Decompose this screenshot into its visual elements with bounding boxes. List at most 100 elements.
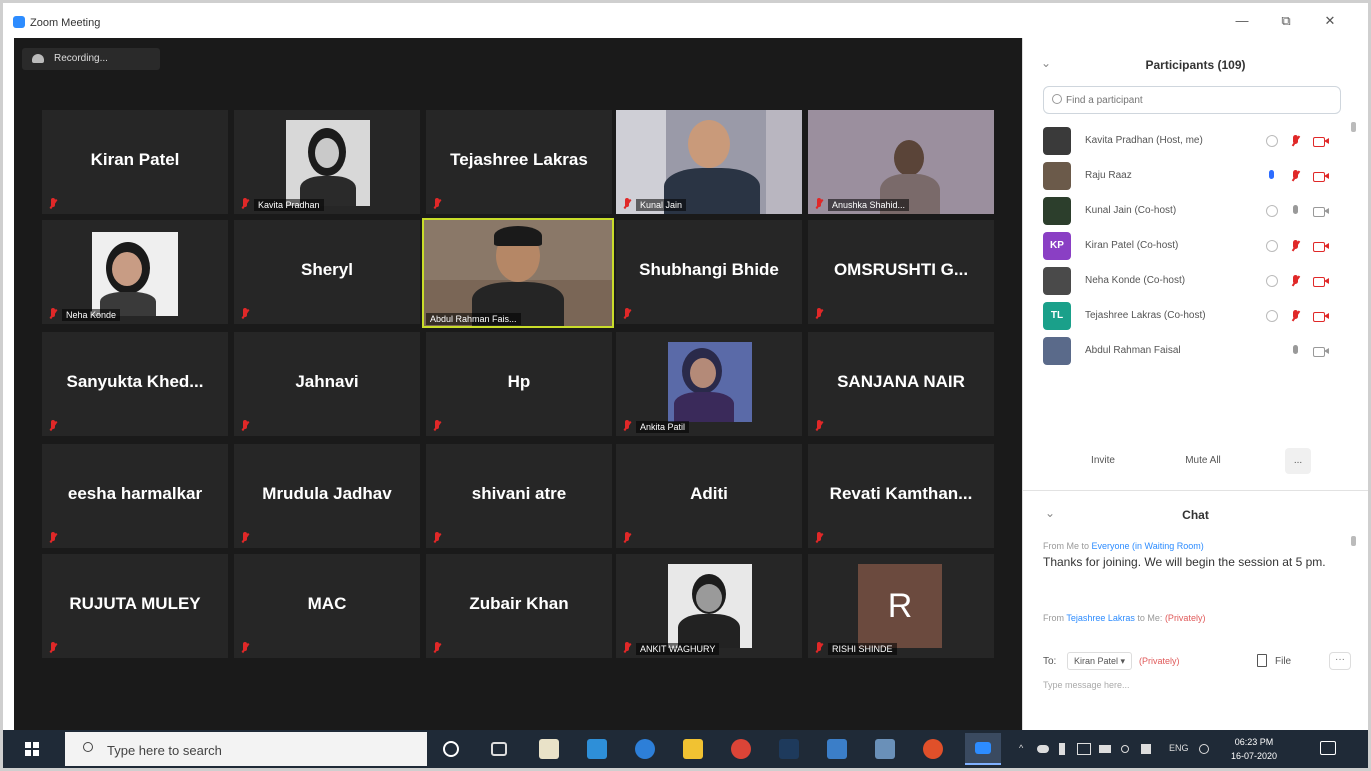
more-options-button[interactable]: ... bbox=[1285, 448, 1311, 474]
video-tile[interactable]: RUJUTA MULEY bbox=[42, 554, 228, 658]
video-icon[interactable] bbox=[1313, 345, 1329, 357]
invite-button[interactable]: Invite bbox=[1081, 448, 1125, 474]
video-tile[interactable]: shivani atre bbox=[426, 444, 612, 548]
recipient-dropdown[interactable]: Kiran Patel ▾ bbox=[1067, 652, 1133, 670]
video-tile[interactable]: Hp bbox=[426, 332, 612, 436]
video-tile[interactable]: Shubhangi Bhide bbox=[616, 220, 802, 324]
mic-muted-icon[interactable] bbox=[1290, 135, 1302, 147]
mic-muted-icon[interactable] bbox=[1290, 275, 1302, 287]
powerpoint-icon[interactable] bbox=[923, 739, 943, 759]
mic-muted-icon bbox=[622, 642, 632, 654]
mic-muted-icon[interactable] bbox=[1290, 170, 1302, 182]
volume-icon[interactable] bbox=[1141, 744, 1151, 754]
video-tile[interactable]: Sanyukta Khed... bbox=[42, 332, 228, 436]
chat-more-button[interactable]: ··· bbox=[1329, 652, 1351, 670]
task-view-icon[interactable] bbox=[491, 742, 507, 756]
store-icon[interactable] bbox=[539, 739, 559, 759]
recording-indicator[interactable]: Recording... bbox=[22, 48, 160, 70]
video-tile[interactable]: eesha harmalkar bbox=[42, 444, 228, 548]
avatar: TL bbox=[1043, 302, 1071, 330]
screen-share-icon bbox=[1266, 310, 1278, 322]
mic-icon[interactable] bbox=[1290, 205, 1302, 217]
video-off-icon[interactable] bbox=[1313, 170, 1329, 182]
file-icon[interactable] bbox=[1257, 654, 1267, 667]
system-clock[interactable]: 06:23 PM 16-07-2020 bbox=[1231, 735, 1277, 763]
chat-scrollbar[interactable] bbox=[1351, 536, 1356, 546]
video-off-icon[interactable] bbox=[1313, 310, 1329, 322]
mute-all-button[interactable]: Mute All bbox=[1175, 448, 1231, 474]
participant-row[interactable]: KP Kiran Patel (Co-host) bbox=[1023, 227, 1368, 262]
mic-muted-icon[interactable] bbox=[1290, 240, 1302, 252]
participant-row[interactable]: Kavita Pradhan (Host, me) bbox=[1023, 122, 1368, 157]
video-off-icon[interactable] bbox=[1313, 135, 1329, 147]
mic-muted-icon[interactable] bbox=[1290, 310, 1302, 322]
video-tile[interactable]: Sheryl bbox=[234, 220, 420, 324]
video-tile[interactable]: Jahnavi bbox=[234, 332, 420, 436]
video-tile[interactable]: ANKIT WAGHURY bbox=[616, 554, 802, 658]
video-tile[interactable]: OMSRUSHTI G... bbox=[808, 220, 994, 324]
participant-row[interactable]: Raju Raaz bbox=[1023, 157, 1368, 192]
taskbar-search-placeholder: Type here to search bbox=[107, 743, 222, 758]
windows-start-icon[interactable] bbox=[25, 742, 39, 756]
participant-row[interactable]: TL Tejashree Lakras (Co-host) bbox=[1023, 297, 1368, 332]
screen-share-icon bbox=[1266, 135, 1278, 147]
close-button[interactable]: ✕ bbox=[1315, 13, 1345, 33]
photoshop-icon[interactable] bbox=[779, 739, 799, 759]
video-tile[interactable]: Ankita Patil bbox=[616, 332, 802, 436]
tile-label: Anushka Shahid... bbox=[828, 199, 910, 211]
language-indicator[interactable]: ENG bbox=[1169, 743, 1189, 753]
participant-search[interactable] bbox=[1043, 86, 1341, 114]
mic-muted-icon bbox=[622, 198, 632, 210]
notification-center-icon[interactable] bbox=[1320, 741, 1336, 755]
video-tile[interactable]: Anushka Shahid... bbox=[808, 110, 994, 214]
video-tile[interactable]: R RISHI SHINDE bbox=[808, 554, 994, 658]
network-icon[interactable] bbox=[1077, 743, 1091, 755]
chat-message-input[interactable]: Type message here... bbox=[1043, 680, 1343, 690]
video-tile[interactable]: Revati Kamthan... bbox=[808, 444, 994, 548]
tile-label: ANKIT WAGHURY bbox=[636, 643, 720, 655]
minimize-button[interactable]: — bbox=[1227, 13, 1257, 33]
wifi-icon[interactable] bbox=[1121, 745, 1129, 753]
video-tile[interactable]: Neha Konde bbox=[42, 220, 228, 324]
video-tile[interactable]: Mrudula Jadhav bbox=[234, 444, 420, 548]
mail-icon[interactable] bbox=[587, 739, 607, 759]
app-icon[interactable] bbox=[875, 739, 895, 759]
mic-muted-icon bbox=[240, 642, 250, 654]
participant-name: Kiran Patel (Co-host) bbox=[1085, 240, 1179, 251]
video-tile[interactable]: Tejashree Lakras bbox=[426, 110, 612, 214]
active-speaker-tile[interactable]: Abdul Rahman Fais... bbox=[422, 218, 614, 328]
file-button[interactable]: File bbox=[1275, 656, 1291, 667]
app-icon[interactable] bbox=[827, 739, 847, 759]
usb-icon[interactable] bbox=[1059, 743, 1065, 755]
cortana-icon[interactable] bbox=[443, 741, 459, 757]
video-tile[interactable]: Kiran Patel bbox=[42, 110, 228, 214]
video-tile[interactable]: Zubair Khan bbox=[426, 554, 612, 658]
taskbar-search[interactable]: Type here to search bbox=[65, 732, 427, 766]
cloud-recording-icon bbox=[32, 54, 44, 63]
participant-row[interactable]: Neha Konde (Co-host) bbox=[1023, 262, 1368, 297]
video-tile[interactable]: Kavita Pradhan bbox=[234, 110, 420, 214]
video-off-icon[interactable] bbox=[1313, 240, 1329, 252]
chrome-icon[interactable] bbox=[731, 739, 751, 759]
windows-taskbar: Type here to search ^ ENG 06:23 PM 16-07… bbox=[3, 730, 1368, 768]
tray-chevron-icon[interactable]: ^ bbox=[1019, 743, 1023, 753]
video-tile[interactable]: Aditi bbox=[616, 444, 802, 548]
video-tile[interactable]: Kunal Jain bbox=[616, 110, 802, 214]
chat-title: Chat bbox=[1182, 508, 1209, 522]
edge-icon[interactable] bbox=[635, 739, 655, 759]
onedrive-icon[interactable] bbox=[1037, 745, 1049, 753]
file-explorer-icon[interactable] bbox=[683, 739, 703, 759]
participant-row[interactable]: Abdul Rahman Faisal bbox=[1023, 332, 1368, 367]
restore-button[interactable]: ⧉ bbox=[1271, 13, 1301, 33]
keyboard-icon[interactable] bbox=[1199, 744, 1209, 754]
video-tile[interactable]: SANJANA NAIR bbox=[808, 332, 994, 436]
zoom-taskbar-icon[interactable] bbox=[965, 733, 1001, 765]
video-tile[interactable]: MAC bbox=[234, 554, 420, 658]
video-icon[interactable] bbox=[1313, 205, 1329, 217]
participant-video bbox=[424, 220, 612, 326]
participant-search-input[interactable] bbox=[1066, 92, 1326, 108]
battery-icon[interactable] bbox=[1099, 745, 1111, 753]
video-off-icon[interactable] bbox=[1313, 275, 1329, 287]
mic-icon[interactable] bbox=[1290, 345, 1302, 357]
participant-row[interactable]: Kunal Jain (Co-host) bbox=[1023, 192, 1368, 227]
